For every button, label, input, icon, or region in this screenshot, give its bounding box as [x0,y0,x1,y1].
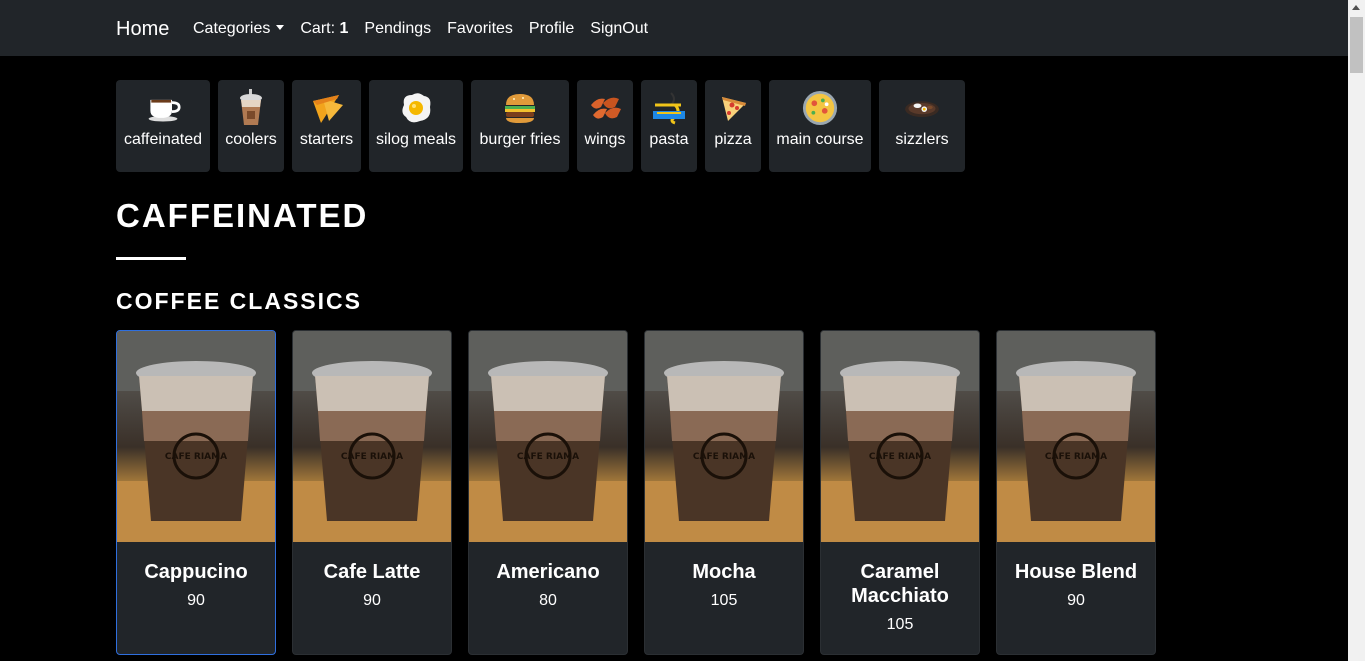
category-tile-starters[interactable]: starters [292,80,361,172]
profile-link[interactable]: Profile [529,19,574,39]
category-label: caffeinated [124,131,202,148]
fried-egg-icon [398,90,434,126]
pasta-icon [651,90,687,126]
category-label: starters [299,131,354,148]
iced-drink-icon [233,89,269,126]
product-card[interactable]: CAFE RIAMA Americano 80 [468,330,628,655]
product-price: 90 [187,592,205,609]
category-tile-pasta[interactable]: pasta [641,80,697,172]
chicken-wings-icon [587,90,623,126]
home-link[interactable]: Home [116,17,169,41]
category-tile-wings[interactable]: wings [577,80,633,172]
product-price: 80 [539,592,557,609]
product-card[interactable]: CAFE RIAMA Cafe Latte 90 [292,330,452,655]
paella-icon [802,90,838,126]
category-tile-coolers[interactable]: coolers [218,80,284,172]
product-price: 90 [1067,592,1085,609]
coffee-cup-icon [145,90,181,126]
category-label: pasta [649,131,689,148]
category-label: sizzlers [895,131,949,148]
cup-logo-text: CAFE RIAMA [341,452,403,462]
scroll-up-arrow-icon[interactable] [1352,5,1360,10]
product-image: CAFE RIAMA [645,331,803,542]
product-card[interactable]: CAFE RIAMA Mocha 105 [644,330,804,655]
product-image: CAFE RIAMA [997,331,1155,542]
section-title: CAFFEINATED [116,197,369,234]
product-price: 105 [710,592,738,609]
product-card[interactable]: CAFE RIAMA Cappucino 90 [116,330,276,655]
cart-link[interactable]: Cart: 1 [300,19,348,39]
product-card[interactable]: CAFE RIAMA House Blend 90 [996,330,1156,655]
product-card[interactable]: CAFE RIAMA Caramel Macchiato 105 [820,330,980,655]
burger-icon [502,90,538,126]
product-info: Cappucino 90 [117,542,275,611]
nav-links: Categories Cart: 1 Pendings Favorites Pr… [193,19,664,39]
category-tile-pizza[interactable]: pizza [705,80,761,172]
scrollbar-thumb[interactable] [1350,17,1363,73]
categories-label: Categories [193,20,271,37]
product-price: 105 [886,616,914,633]
product-info: Cafe Latte 90 [293,542,451,611]
product-info: Americano 80 [469,542,627,611]
product-image: CAFE RIAMA [117,331,275,542]
pizza-slice-icon [715,90,751,126]
category-tile-burger-fries[interactable]: burger fries [471,80,569,172]
top-navbar: Home Categories Cart: 1 Pendings Favorit… [0,0,1348,56]
category-tile-main-course[interactable]: main course [769,80,871,172]
category-label: main course [776,131,864,148]
category-tile-caffeinated[interactable]: caffeinated [116,80,210,172]
category-label: silog meals [375,131,457,148]
subsection-title: COFFEE CLASSICS [116,288,362,314]
chevron-down-icon [276,25,285,30]
product-name: Americano [496,561,600,583]
category-label: pizza [714,131,752,148]
product-info: Mocha 105 [645,542,803,611]
category-tiles: caffeinated coolers starters silog meals… [116,80,965,172]
cup-logo-text: CAFE RIAMA [165,452,227,462]
product-info: House Blend 90 [997,542,1155,611]
cup-logo-text: CAFE RIAMA [869,452,931,462]
cart-label: Cart: [300,20,336,37]
cart-count: 1 [339,20,349,37]
category-label: burger fries [479,131,561,148]
product-image: CAFE RIAMA [821,331,979,542]
category-tile-sizzlers[interactable]: sizzlers [879,80,965,172]
sizzling-plate-icon [904,90,940,126]
product-name: Cappucino [144,561,248,583]
product-image: CAFE RIAMA [293,331,451,542]
nachos-icon [309,90,345,126]
signout-link[interactable]: SignOut [590,19,648,39]
product-grid: CAFE RIAMA Cappucino 90 CAFE RIAMA Cafe … [116,330,1156,655]
product-name: Caramel Macchiato [851,561,949,607]
product-name: Mocha [692,561,756,583]
category-label: wings [584,131,626,148]
page: Home Categories Cart: 1 Pendings Favorit… [0,0,1348,661]
product-name: Cafe Latte [323,561,421,583]
product-info: Caramel Macchiato 105 [821,542,979,635]
cup-logo-text: CAFE RIAMA [693,452,755,462]
product-image: CAFE RIAMA [469,331,627,542]
title-divider [116,257,186,260]
product-price: 90 [363,592,381,609]
categories-dropdown[interactable]: Categories [193,19,285,39]
cup-logo-text: CAFE RIAMA [1045,452,1107,462]
category-label: coolers [225,131,277,148]
favorites-link[interactable]: Favorites [447,19,513,39]
cup-logo-text: CAFE RIAMA [517,452,579,462]
product-name: House Blend [1014,561,1138,583]
category-tile-silog-meals[interactable]: silog meals [369,80,463,172]
vertical-scrollbar[interactable] [1348,0,1365,661]
pendings-link[interactable]: Pendings [364,19,431,39]
